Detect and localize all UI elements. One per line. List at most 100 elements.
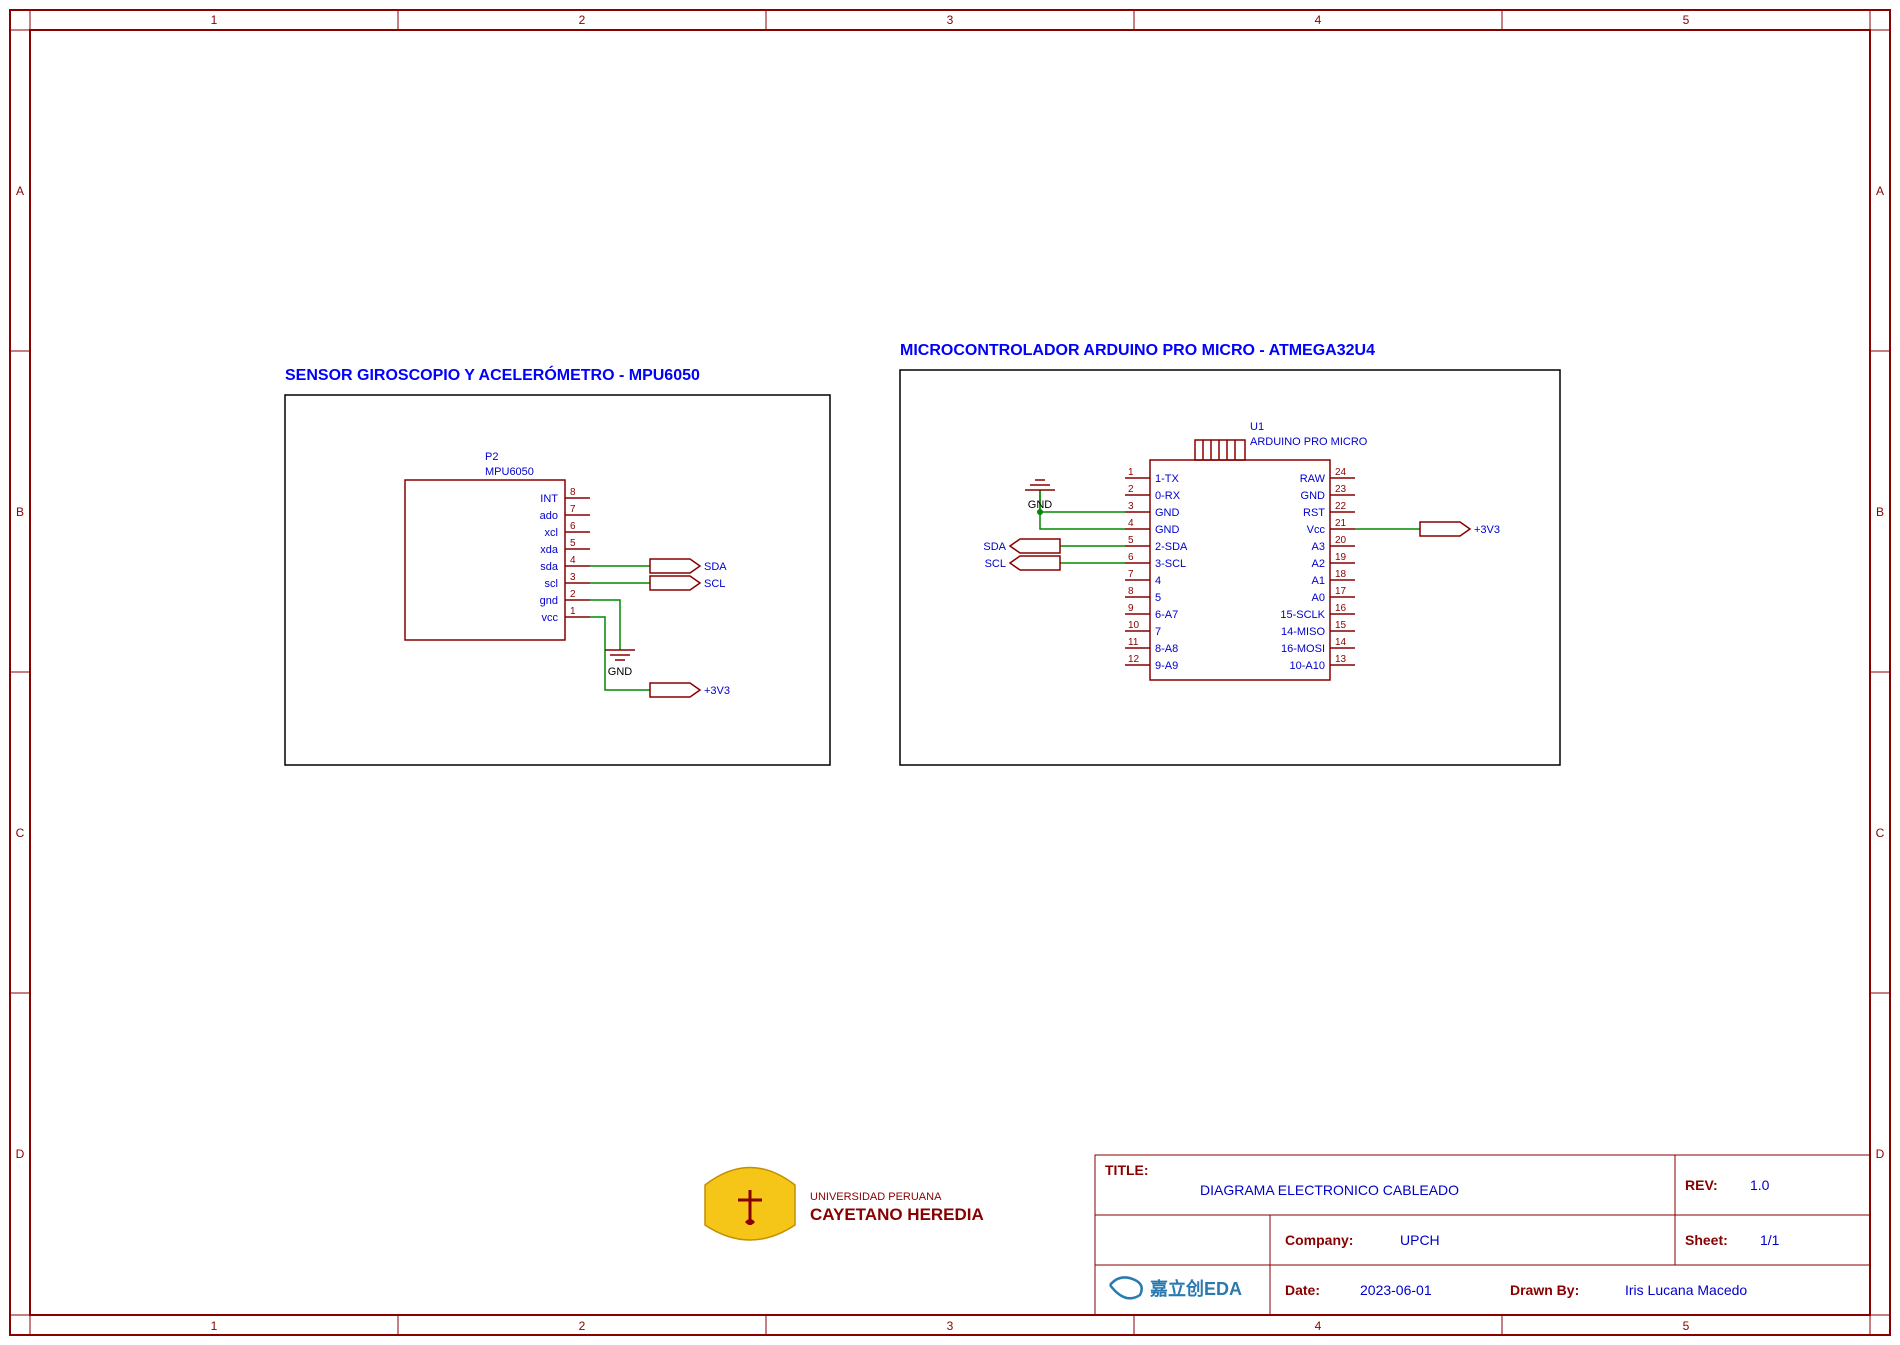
ruler-top: 1 2 3 4 5 [30, 10, 1870, 30]
svg-text:15-SCLK: 15-SCLK [1280, 609, 1325, 621]
mcu-ref: U1 [1250, 421, 1264, 433]
svg-text:嘉立创EDA: 嘉立创EDA [1149, 1278, 1242, 1299]
netport-scl: SCL [650, 576, 725, 590]
svg-text:5: 5 [1155, 592, 1161, 604]
mcu-part: ARDUINO PRO MICRO [1250, 436, 1368, 448]
svg-text:3-SCL: 3-SCL [1155, 558, 1186, 570]
university-logo: UNIVERSIDAD PERUANA CAYETANO HEREDIA [705, 1168, 984, 1241]
svg-text:7: 7 [1128, 569, 1134, 580]
svg-text:5: 5 [1683, 13, 1690, 27]
svg-text:24: 24 [1335, 467, 1347, 478]
sheet-value: 1/1 [1760, 1232, 1780, 1248]
svg-text:+3V3: +3V3 [1474, 524, 1500, 536]
svg-text:8: 8 [570, 487, 576, 498]
mcu-netport-sda: SDA [983, 539, 1060, 553]
svg-text:18: 18 [1335, 569, 1347, 580]
svg-text:xda: xda [540, 544, 559, 556]
svg-text:GND: GND [1155, 507, 1180, 519]
svg-text:Company:: Company: [1285, 1232, 1353, 1248]
date-value: 2023-06-01 [1360, 1282, 1432, 1298]
svg-text:14: 14 [1335, 637, 1347, 648]
svg-text:B: B [1876, 505, 1884, 519]
svg-text:UNIVERSIDAD PERUANA: UNIVERSIDAD PERUANA [810, 1191, 942, 1203]
svg-text:A: A [1876, 184, 1884, 198]
svg-text:2: 2 [579, 1319, 586, 1333]
svg-text:11: 11 [1128, 637, 1139, 648]
svg-text:9-A9: 9-A9 [1155, 660, 1178, 672]
svg-text:vcc: vcc [542, 612, 559, 624]
svg-text:21: 21 [1335, 518, 1347, 529]
svg-text:ado: ado [540, 510, 558, 522]
svg-text:SCL: SCL [985, 558, 1006, 570]
svg-text:5: 5 [1683, 1319, 1690, 1333]
svg-text:4: 4 [1315, 1319, 1322, 1333]
svg-text:REV:: REV: [1685, 1177, 1718, 1193]
svg-text:A2: A2 [1312, 558, 1325, 570]
sensor-part: MPU6050 [485, 466, 534, 478]
rev-value: 1.0 [1750, 1177, 1770, 1193]
inner-border [30, 30, 1870, 1315]
eda-logo: 嘉立创EDA [1110, 1277, 1242, 1299]
mcu-netport-scl: SCL [985, 556, 1060, 570]
svg-text:A3: A3 [1312, 541, 1325, 553]
mcu-block: MICROCONTROLADOR ARDUINO PRO MICRO - ATM… [900, 342, 1560, 765]
svg-text:scl: scl [545, 578, 558, 590]
ruler-bottom: 1 2 3 4 5 [30, 1315, 1870, 1335]
svg-text:Drawn By:: Drawn By: [1510, 1282, 1579, 1298]
title-value: DIAGRAMA ELECTRONICO CABLEADO [1200, 1182, 1459, 1198]
sensor-ref: P2 [485, 451, 498, 463]
svg-text:INT: INT [540, 493, 558, 505]
drawn-value: Iris Lucana Macedo [1625, 1282, 1747, 1298]
svg-text:2: 2 [579, 13, 586, 27]
svg-text:7: 7 [570, 504, 576, 515]
svg-text:SDA: SDA [704, 561, 727, 573]
svg-text:1: 1 [211, 13, 218, 27]
svg-text:D: D [1876, 1147, 1885, 1161]
svg-text:1: 1 [1128, 467, 1134, 478]
sensor-title: SENSOR GIROSCOPIO Y ACELERÓMETRO - MPU60… [285, 365, 700, 384]
svg-text:23: 23 [1335, 484, 1347, 495]
svg-text:A0: A0 [1312, 592, 1325, 604]
svg-text:sda: sda [540, 561, 559, 573]
netport-3v3: +3V3 [650, 683, 730, 697]
svg-text:7: 7 [1155, 626, 1161, 638]
svg-text:6-A7: 6-A7 [1155, 609, 1178, 621]
netport-sda: SDA [650, 559, 727, 573]
svg-text:2: 2 [570, 589, 576, 600]
svg-text:D: D [16, 1147, 25, 1161]
svg-text:RAW: RAW [1300, 473, 1326, 485]
svg-text:+3V3: +3V3 [704, 685, 730, 697]
svg-text:gnd: gnd [540, 595, 558, 607]
svg-text:20: 20 [1335, 535, 1347, 546]
svg-text:10-A10: 10-A10 [1290, 660, 1325, 672]
title-block: TITLE: DIAGRAMA ELECTRONICO CABLEADO REV… [1095, 1155, 1870, 1315]
outer-border [10, 10, 1890, 1335]
svg-text:1: 1 [211, 1319, 218, 1333]
svg-text:3: 3 [947, 1319, 954, 1333]
ruler-left: A B C D [10, 30, 30, 1315]
svg-text:1-TX: 1-TX [1155, 473, 1180, 485]
svg-text:16-MOSI: 16-MOSI [1281, 643, 1325, 655]
svg-text:3: 3 [570, 572, 576, 583]
mcu-left-pins: 11-TX20-RX3GND4GND52-SDA63-SCL748596-A71… [1125, 467, 1188, 672]
svg-text:SCL: SCL [704, 578, 725, 590]
svg-text:B: B [16, 505, 24, 519]
svg-text:RST: RST [1303, 507, 1325, 519]
ruler-right: A B C D [1870, 30, 1890, 1315]
svg-text:0-RX: 0-RX [1155, 490, 1181, 502]
svg-text:CAYETANO HEREDIA: CAYETANO HEREDIA [810, 1205, 984, 1224]
svg-text:1: 1 [570, 606, 576, 617]
svg-text:13: 13 [1335, 654, 1347, 665]
svg-text:19: 19 [1335, 552, 1347, 563]
svg-text:22: 22 [1335, 501, 1347, 512]
mcu-title: MICROCONTROLADOR ARDUINO PRO MICRO - ATM… [900, 342, 1375, 359]
svg-text:3: 3 [1128, 501, 1134, 512]
sensor-block: SENSOR GIROSCOPIO Y ACELERÓMETRO - MPU60… [285, 365, 830, 765]
company-value: UPCH [1400, 1232, 1440, 1248]
svg-text:2: 2 [1128, 484, 1134, 495]
svg-text:4: 4 [1315, 13, 1322, 27]
mcu-right-pins: 24RAW23GND22RST21Vcc20A319A218A117A01615… [1280, 467, 1355, 672]
svg-text:Sheet:: Sheet: [1685, 1232, 1728, 1248]
svg-text:GND: GND [1028, 499, 1053, 511]
svg-text:2-SDA: 2-SDA [1155, 541, 1188, 553]
